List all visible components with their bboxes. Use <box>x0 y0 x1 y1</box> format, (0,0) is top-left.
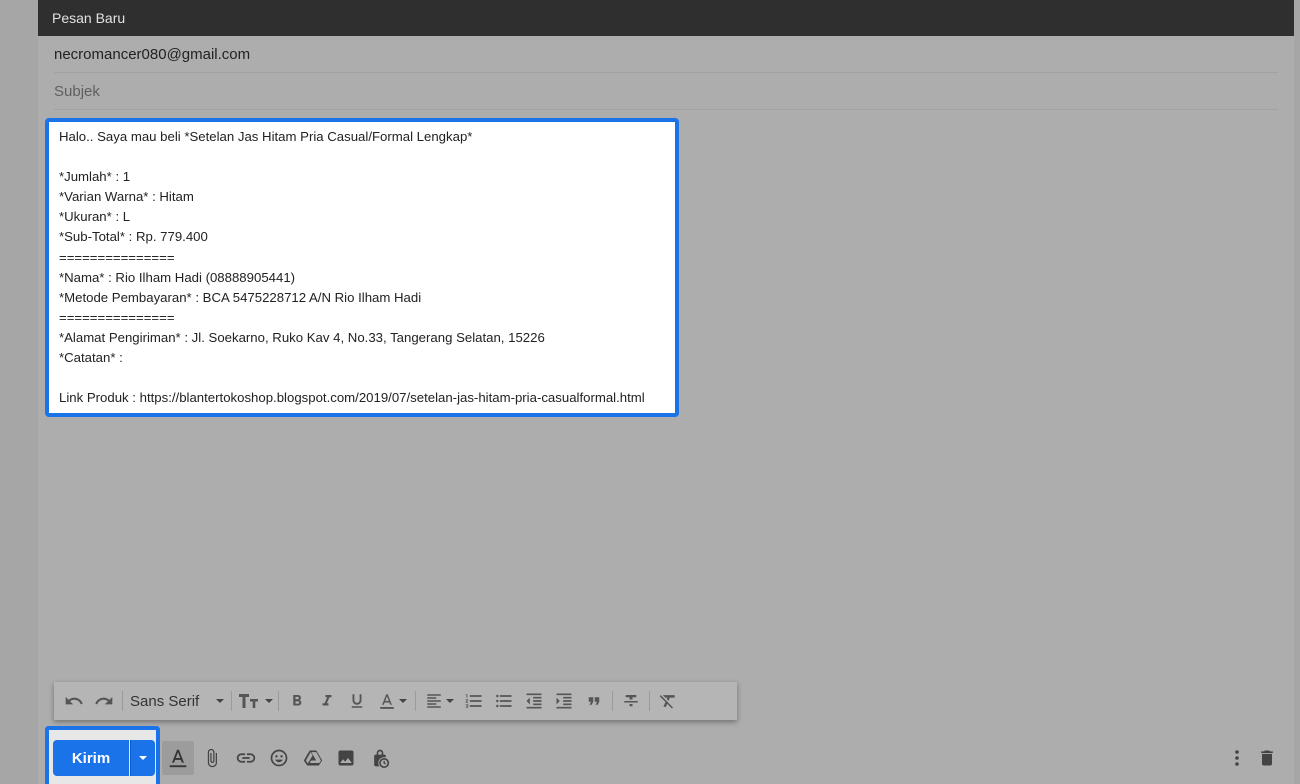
compose-right-actions <box>1222 740 1282 776</box>
indent-more-icon[interactable] <box>549 686 579 716</box>
formatting-options-icon[interactable] <box>162 741 194 775</box>
more-options-icon[interactable] <box>1222 741 1252 775</box>
undo-icon[interactable] <box>59 686 89 716</box>
body-line: Link Produk : https://blantertokoshop.bl… <box>59 390 645 406</box>
compose-actions <box>162 740 397 776</box>
redo-icon[interactable] <box>89 686 119 716</box>
body-line: *Sub-Total* : Rp. 779.400 <box>59 229 208 245</box>
toolbar-separator <box>649 691 651 711</box>
body-line: =============== <box>59 309 175 325</box>
body-line <box>59 368 665 388</box>
text-size-icon[interactable] <box>235 686 275 716</box>
confidential-icon[interactable] <box>363 741 397 775</box>
window-title[interactable]: Pesan Baru <box>38 0 1294 36</box>
compose-window: Pesan Baru necromancer080@gmail.com Subj… <box>38 0 1294 784</box>
link-icon[interactable] <box>229 741 263 775</box>
message-body[interactable]: Halo.. Saya mau beli *Setelan Jas Hitam … <box>45 118 679 417</box>
body-line: Halo.. Saya mau beli *Setelan Jas Hitam … <box>59 129 473 144</box>
body-line: *Catatan* : <box>59 350 123 366</box>
bold-icon[interactable] <box>282 686 312 716</box>
chevron-down-icon <box>398 699 407 703</box>
toolbar-separator <box>231 691 233 711</box>
body-line: =============== <box>59 249 175 265</box>
chevron-down-icon <box>139 756 147 760</box>
strikethrough-icon[interactable] <box>616 686 646 716</box>
body-line: *Ukuran* : L <box>59 209 131 225</box>
italic-icon[interactable] <box>312 686 342 716</box>
formatting-toolbar: Sans Serif <box>54 682 737 720</box>
send-options-button[interactable] <box>130 740 155 776</box>
send-button[interactable]: Kirim <box>53 740 129 776</box>
body-line: *Metode Pembayaran* : BCA 5475228712 A/N… <box>59 289 422 305</box>
body-line <box>59 147 665 167</box>
toolbar-separator <box>612 691 614 711</box>
text-color-icon[interactable] <box>372 686 412 716</box>
clear-formatting-icon[interactable] <box>653 686 683 716</box>
chevron-down-icon <box>264 699 273 703</box>
attach-icon[interactable] <box>196 741 230 775</box>
send-button-highlight: Kirim <box>45 726 160 784</box>
indent-less-icon[interactable] <box>519 686 549 716</box>
body-line: *Jumlah* : 1 <box>59 169 131 185</box>
align-icon[interactable] <box>419 686 459 716</box>
chevron-down-icon <box>216 699 225 703</box>
quote-icon[interactable] <box>579 686 609 716</box>
chevron-down-icon <box>445 699 454 703</box>
body-line: *Varian Warna* : Hitam <box>59 189 194 205</box>
recipient-field[interactable]: necromancer080@gmail.com <box>54 36 1278 73</box>
font-family-select[interactable]: Sans Serif <box>126 686 228 716</box>
toolbar-separator <box>278 691 280 711</box>
body-line: *Nama* : Rio Ilham Hadi (08888905441) <box>59 269 296 285</box>
bulleted-list-icon[interactable] <box>489 686 519 716</box>
toolbar-separator <box>122 691 123 711</box>
body-line: *Alamat Pengiriman* : Jl. Soekarno, Ruko… <box>59 329 545 345</box>
emoji-icon[interactable] <box>263 741 297 775</box>
drive-icon[interactable] <box>296 741 330 775</box>
underline-icon[interactable] <box>342 686 372 716</box>
subject-field[interactable]: Subjek <box>54 73 1278 110</box>
font-family-label: Sans Serif <box>130 692 200 710</box>
photo-icon[interactable] <box>330 741 364 775</box>
discard-icon[interactable] <box>1252 741 1282 775</box>
numbered-list-icon[interactable] <box>459 686 489 716</box>
toolbar-separator <box>415 691 417 711</box>
